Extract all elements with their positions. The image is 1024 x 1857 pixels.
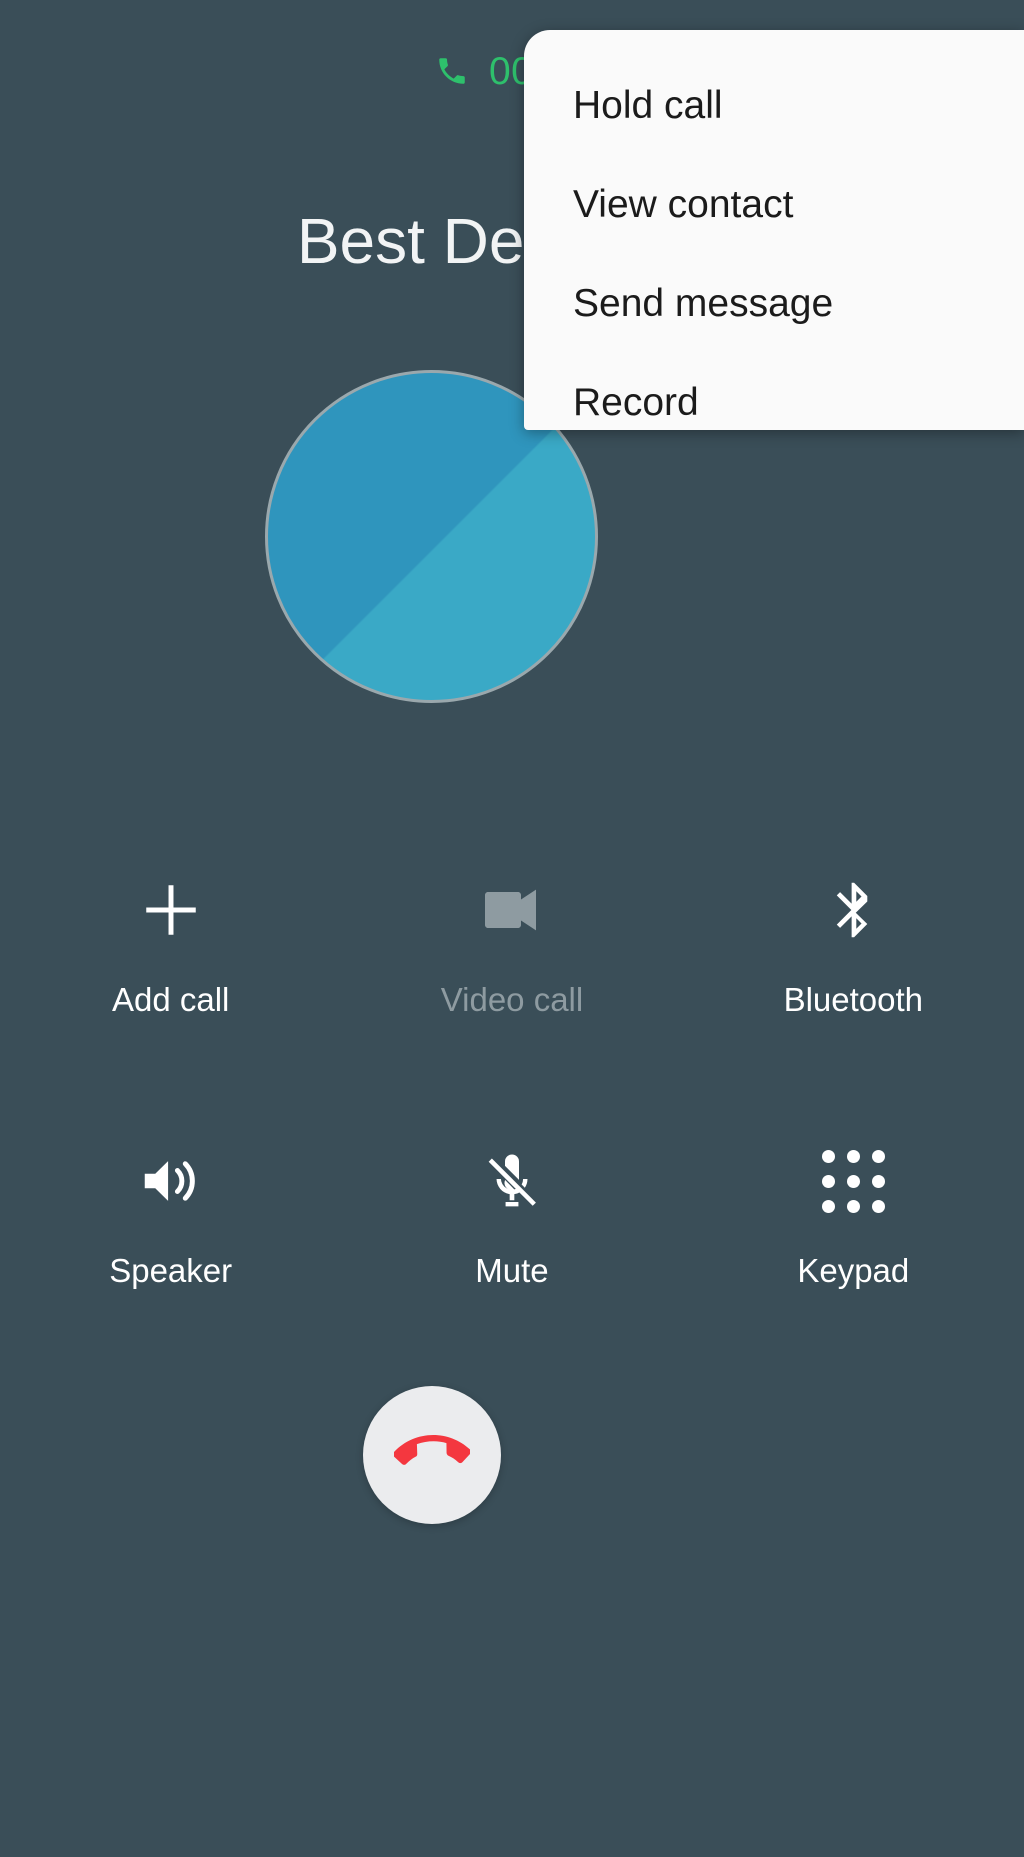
video-camera-icon bbox=[476, 862, 548, 958]
phone-hangup-icon bbox=[394, 1415, 470, 1496]
menu-item-hold-call[interactable]: Hold call bbox=[524, 56, 1024, 155]
mute-label: Mute bbox=[475, 1251, 548, 1291]
bluetooth-label: Bluetooth bbox=[784, 980, 923, 1020]
phone-icon bbox=[435, 54, 469, 88]
video-call-label: Video call bbox=[441, 980, 584, 1020]
menu-item-view-contact[interactable]: View contact bbox=[524, 155, 1024, 254]
keypad-label: Keypad bbox=[797, 1251, 909, 1291]
add-call-button[interactable]: Add call bbox=[0, 862, 341, 1020]
bluetooth-icon bbox=[820, 862, 886, 958]
microphone-off-icon bbox=[477, 1133, 547, 1229]
keypad-dots-icon bbox=[822, 1133, 885, 1229]
keypad-button[interactable]: Keypad bbox=[683, 1133, 1024, 1291]
plus-icon bbox=[138, 862, 204, 958]
speaker-button[interactable]: Speaker bbox=[0, 1133, 341, 1291]
in-call-screen: 00:10 Best Deal Cars Add call bbox=[0, 0, 1024, 1857]
overflow-menu: Hold call View contact Send message Reco… bbox=[524, 30, 1024, 430]
end-call-button[interactable] bbox=[363, 1386, 501, 1524]
mute-button[interactable]: Mute bbox=[341, 1133, 682, 1291]
menu-item-send-message[interactable]: Send message bbox=[524, 254, 1024, 353]
speaker-icon bbox=[136, 1133, 206, 1229]
bluetooth-button[interactable]: Bluetooth bbox=[683, 862, 1024, 1020]
controls-row-2: Speaker Mute bbox=[0, 1133, 1024, 1291]
menu-item-record[interactable]: Record bbox=[524, 353, 1024, 452]
video-call-button[interactable]: Video call bbox=[341, 862, 682, 1020]
speaker-label: Speaker bbox=[109, 1251, 232, 1291]
add-call-label: Add call bbox=[112, 980, 229, 1020]
call-controls: Add call Video call Bluetooth bbox=[0, 862, 1024, 1291]
controls-row-1: Add call Video call Bluetooth bbox=[0, 862, 1024, 1020]
